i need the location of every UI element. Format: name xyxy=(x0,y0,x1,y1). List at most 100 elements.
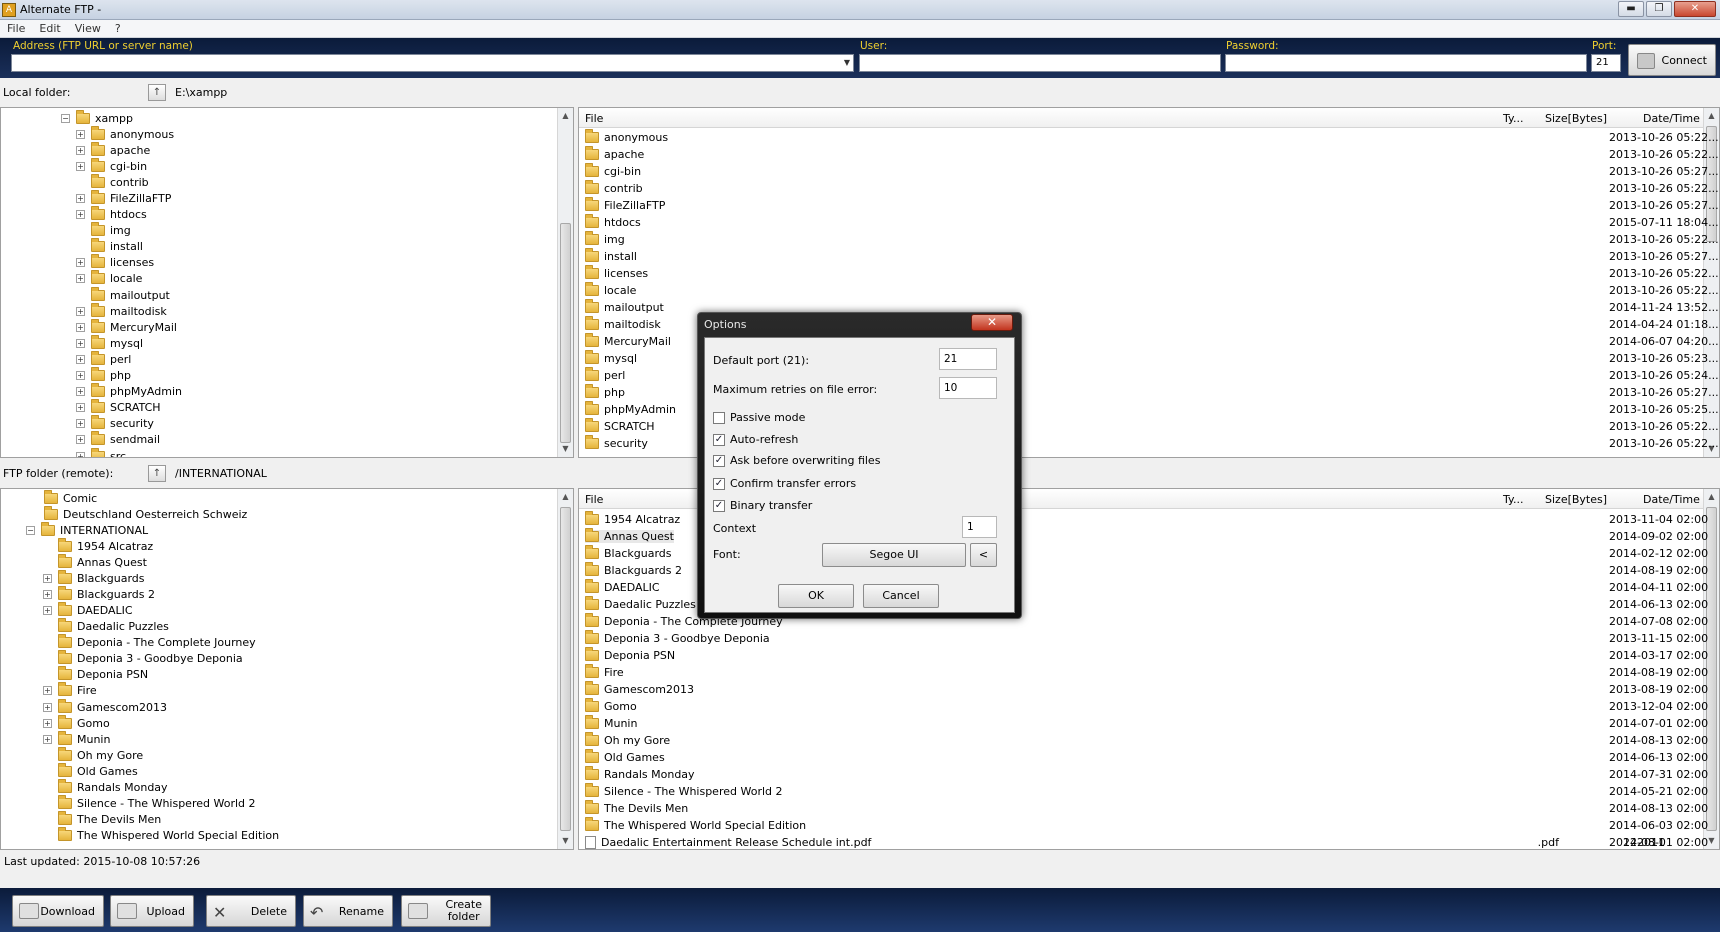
cancel-button[interactable]: Cancel xyxy=(863,584,939,608)
expand-icon[interactable]: + xyxy=(43,718,52,728)
expand-icon[interactable]: + xyxy=(76,193,85,203)
tree-node[interactable]: − xampp xyxy=(61,109,133,126)
tree-node[interactable]: + Gamescom2013 xyxy=(43,698,167,715)
tree-node[interactable]: + anonymous xyxy=(76,125,174,142)
ask-overwrite-row[interactable]: ✓ Ask before overwriting files xyxy=(713,454,880,467)
list-item[interactable]: licenses 2013-10-26 05:22... xyxy=(579,265,1719,282)
col-type[interactable]: Ty... xyxy=(1503,493,1523,506)
tree-node[interactable]: − INTERNATIONAL xyxy=(26,521,148,538)
tree-node[interactable]: Deponia - The Complete Journey xyxy=(43,634,256,651)
ask-overwrite-checkbox[interactable]: ✓ xyxy=(713,454,725,467)
expand-icon[interactable]: + xyxy=(76,274,85,284)
tree-node[interactable]: + locale xyxy=(76,270,142,287)
default-port-input[interactable]: 21 xyxy=(939,348,997,370)
tree-node[interactable]: + MercuryMail xyxy=(76,318,177,335)
tree-node[interactable]: The Whispered World Special Edition xyxy=(43,827,279,844)
upload-button[interactable]: Upload xyxy=(110,895,194,927)
col-size[interactable]: Size[Bytes] xyxy=(1545,493,1607,506)
tree-node[interactable]: Annas Quest xyxy=(43,553,147,570)
tree-node[interactable]: + htdocs xyxy=(76,206,147,223)
list-item[interactable]: cgi-bin 2013-10-26 05:27... xyxy=(579,163,1719,180)
tree-node[interactable]: + mysql xyxy=(76,334,143,351)
tree-node[interactable]: + php xyxy=(76,367,131,384)
list-item[interactable]: Gamescom2013 2013-08-19 02:00 xyxy=(579,681,1708,698)
col-file[interactable]: File xyxy=(585,112,603,125)
passive-mode-row[interactable]: Passive mode xyxy=(713,411,805,424)
close-button[interactable]: ✕ xyxy=(1674,1,1716,17)
binary-transfer-checkbox[interactable]: ✓ xyxy=(713,499,725,512)
menu-edit[interactable]: Edit xyxy=(32,20,67,37)
local-tree-scrollbar[interactable]: ▲ ▼ xyxy=(557,108,573,457)
tree-node[interactable]: Deutschland Oesterreich Schweiz xyxy=(29,505,247,522)
minimize-button[interactable]: ▬ xyxy=(1618,1,1644,17)
scroll-up-icon[interactable]: ▲ xyxy=(558,489,573,505)
tree-node[interactable]: + Gomo xyxy=(43,714,110,731)
tree-node[interactable]: Deponia 3 - Goodbye Deponia xyxy=(43,650,243,667)
tree-node[interactable]: + cgi-bin xyxy=(76,157,147,174)
expand-icon[interactable]: + xyxy=(76,306,85,316)
list-item[interactable]: Deponia PSN 2014-03-17 02:00 xyxy=(579,647,1708,664)
scroll-up-icon[interactable]: ▲ xyxy=(1704,108,1719,124)
tree-node[interactable]: + SCRATCH xyxy=(76,399,161,416)
local-up-folder-icon[interactable]: ↑ xyxy=(148,84,166,101)
col-type[interactable]: Ty... xyxy=(1503,112,1523,125)
list-item[interactable]: install 2013-10-26 05:27... xyxy=(579,248,1719,265)
scroll-thumb[interactable] xyxy=(560,507,571,831)
expand-icon[interactable]: + xyxy=(43,589,52,599)
remote-tree-scrollbar[interactable]: ▲ ▼ xyxy=(557,489,573,849)
rename-button[interactable]: ↶ Rename xyxy=(303,895,393,927)
tree-node[interactable]: mailoutput xyxy=(76,286,170,303)
expand-icon[interactable]: + xyxy=(76,129,85,139)
list-item[interactable]: Daedalic Entertainment Release Schedule … xyxy=(579,835,1708,849)
tree-node[interactable]: contrib xyxy=(76,173,149,190)
tree-node[interactable]: + security xyxy=(76,415,154,432)
auto-refresh-row[interactable]: ✓ Auto-refresh xyxy=(713,433,798,446)
port-input[interactable]: 21 xyxy=(1591,54,1621,72)
scroll-down-icon[interactable]: ▼ xyxy=(558,441,573,457)
list-item[interactable]: locale 2013-10-26 05:22... xyxy=(579,282,1719,299)
tree-node[interactable]: + Blackguards xyxy=(43,569,145,586)
download-button[interactable]: Download xyxy=(12,895,104,927)
list-item[interactable]: The Devils Men 2014-08-13 02:00 xyxy=(579,800,1708,817)
local-folder-tree[interactable]: ▲ ▼ − xampp + anonymous + apache + cgi-bin contr… xyxy=(0,107,574,458)
max-retries-input[interactable]: 10 xyxy=(939,377,997,399)
scroll-up-icon[interactable]: ▲ xyxy=(558,108,573,124)
confirm-errors-checkbox[interactable]: ✓ xyxy=(713,477,725,490)
remote-folder-tree[interactable]: ▲ ▼ Comic Deutschland Oesterreich Schweiz… xyxy=(0,488,574,850)
context-input[interactable]: 1 xyxy=(962,516,997,538)
scroll-down-icon[interactable]: ▼ xyxy=(558,833,573,849)
tree-node[interactable]: + perl xyxy=(76,350,131,367)
expand-icon[interactable]: + xyxy=(76,161,85,171)
expand-icon[interactable]: + xyxy=(76,338,85,348)
expand-icon[interactable]: + xyxy=(43,734,52,744)
expand-icon[interactable]: + xyxy=(76,210,85,219)
font-browse-button[interactable]: < xyxy=(970,543,997,567)
dialog-close-button[interactable]: ✕ xyxy=(971,314,1013,331)
tree-node[interactable]: + sendmail xyxy=(76,431,160,448)
list-item[interactable]: img 2013-10-26 05:22... xyxy=(579,231,1719,248)
font-select-button[interactable]: Segoe UI xyxy=(822,543,966,567)
password-input[interactable] xyxy=(1225,54,1587,72)
maximize-button[interactable]: ❐ xyxy=(1646,1,1672,17)
remote-up-folder-icon[interactable]: ↑ xyxy=(148,465,166,482)
tree-node[interactable]: Old Games xyxy=(43,762,138,779)
binary-transfer-row[interactable]: ✓ Binary transfer xyxy=(713,499,812,512)
tree-node[interactable]: + licenses xyxy=(76,254,154,271)
list-item[interactable]: Munin 2014-07-01 02:00 xyxy=(579,715,1708,732)
tree-node[interactable]: + FileZillaFTP xyxy=(76,189,171,206)
expand-icon[interactable]: + xyxy=(76,419,85,429)
expand-icon[interactable]: + xyxy=(43,686,52,696)
scroll-up-icon[interactable]: ▲ xyxy=(1704,489,1719,505)
list-item[interactable]: anonymous 2013-10-26 05:22... xyxy=(579,129,1719,146)
collapse-icon[interactable]: − xyxy=(26,525,35,535)
col-date[interactable]: Date/Time xyxy=(1643,493,1700,506)
expand-icon[interactable]: + xyxy=(76,435,85,445)
list-item[interactable]: Deponia 3 - Goodbye Deponia 2013-11-15 02… xyxy=(579,630,1708,647)
expand-icon[interactable]: + xyxy=(76,371,85,380)
list-item[interactable]: Gomo 2013-12-04 02:00 xyxy=(579,698,1708,715)
auto-refresh-checkbox[interactable]: ✓ xyxy=(713,433,725,446)
connect-button[interactable]: Connect xyxy=(1628,44,1716,76)
menu-help[interactable]: ? xyxy=(108,20,128,37)
tree-node[interactable]: Oh my Gore xyxy=(43,746,143,763)
expand-icon[interactable]: + xyxy=(76,258,85,268)
